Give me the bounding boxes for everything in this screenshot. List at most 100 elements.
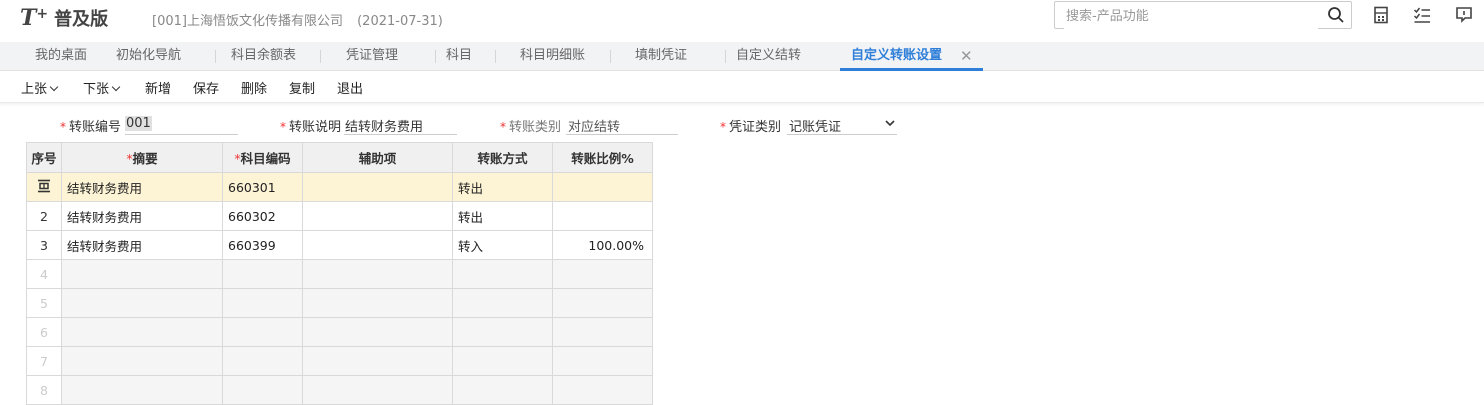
description-input[interactable]: 结转财务费用 (345, 116, 423, 135)
col-header-account-code[interactable]: *科目编码 (222, 142, 303, 173)
exit-button[interactable]: 退出 (337, 78, 363, 97)
company-name: [001]上海悟饭文化传播有限公司 (152, 14, 343, 29)
tab-account-balance[interactable]: 科目余额表 (231, 42, 296, 70)
tab-custom-carryover[interactable]: 自定义结转 (736, 42, 801, 70)
cell-transfer-ratio[interactable]: 100.00% (552, 230, 653, 260)
cell-auxiliary[interactable] (302, 172, 453, 202)
cell-auxiliary[interactable] (302, 317, 453, 347)
cell-auxiliary[interactable] (302, 288, 453, 318)
close-tab-icon[interactable]: ✕ (960, 42, 973, 70)
checklist-icon[interactable] (1413, 6, 1431, 24)
col-header-transfer-ratio[interactable]: 转账比例% (552, 142, 653, 173)
cell-summary[interactable] (61, 346, 223, 376)
col-header-summary[interactable]: *摘要 (61, 142, 223, 173)
save-button[interactable]: 保存 (193, 78, 219, 97)
cell-transfer-method[interactable]: 转出 (452, 172, 553, 202)
company-info: [001]上海悟饭文化传播有限公司 (2021-07-31) (152, 10, 443, 29)
cell-account-code[interactable] (222, 346, 303, 376)
cell-transfer-ratio[interactable] (552, 288, 653, 318)
transfer-no-input[interactable]: 001 (125, 116, 152, 131)
table-row[interactable]: 5 (26, 288, 653, 318)
chevron-down-icon[interactable] (884, 117, 896, 129)
cell-transfer-ratio[interactable] (552, 317, 653, 347)
row-insert-icon[interactable] (26, 172, 62, 202)
cell-index: 7 (26, 346, 62, 376)
table-row[interactable]: 2 结转财务费用 660302 转出 (26, 201, 653, 231)
tab-voucher-management[interactable]: 凭证管理 (346, 42, 398, 70)
app-header: T + 普及版 [001]上海悟饭文化传播有限公司 (2021-07-31) (0, 0, 1484, 36)
cell-summary[interactable] (61, 375, 223, 405)
cell-transfer-ratio[interactable] (552, 172, 653, 202)
cell-transfer-method[interactable]: 转入 (452, 230, 553, 260)
cell-transfer-method[interactable]: 转出 (452, 201, 553, 231)
label-text: 转账说明 (289, 120, 342, 135)
cell-transfer-method[interactable] (452, 346, 553, 376)
cell-auxiliary[interactable] (302, 375, 453, 405)
cell-summary[interactable]: 结转财务费用 (61, 172, 223, 202)
search-input[interactable] (1064, 3, 1318, 29)
tab-fill-voucher[interactable]: 填制凭证 (635, 42, 687, 70)
required-mark: * (60, 120, 66, 134)
table-row[interactable]: 7 (26, 346, 653, 376)
cell-summary[interactable] (61, 317, 223, 347)
table-row[interactable]: 结转财务费用 660301 转出 (26, 172, 653, 202)
cell-transfer-method[interactable] (452, 259, 553, 289)
calculator-icon[interactable] (1372, 6, 1390, 24)
cell-summary[interactable]: 结转财务费用 (61, 201, 223, 231)
cell-transfer-method[interactable] (452, 375, 553, 405)
transfer-settings-table: 序号 *摘要 *科目编码 辅助项 转账方式 转账比例% 结转财务费用 66030… (26, 142, 653, 405)
cell-account-code[interactable]: 660302 (222, 201, 303, 231)
voucher-type-select[interactable]: 记账凭证 (789, 116, 841, 135)
col-header-transfer-method[interactable]: 转账方式 (452, 142, 553, 173)
search-box[interactable] (1054, 1, 1352, 29)
table-row[interactable]: 4 (26, 259, 653, 289)
label-text: 转账编号 (69, 120, 122, 135)
table-row[interactable]: 3 结转财务费用 660399 转入 100.00% (26, 230, 653, 260)
tab-accounts[interactable]: 科目 (446, 42, 472, 70)
message-icon[interactable] (1455, 6, 1473, 24)
table-row[interactable]: 8 (26, 375, 653, 405)
search-icon[interactable] (1327, 6, 1345, 24)
tab-init-guide[interactable]: 初始化导航 (116, 42, 181, 70)
transfer-type-value: 对应结转 (568, 120, 621, 135)
voucher-type-underline (787, 134, 897, 135)
table-row[interactable]: 6 (26, 317, 653, 347)
next-button[interactable]: 下张 (83, 78, 121, 97)
insert-row-icon[interactable] (37, 179, 51, 193)
cell-summary[interactable] (61, 259, 223, 289)
copy-button[interactable]: 复制 (289, 78, 315, 97)
add-button[interactable]: 新增 (145, 78, 171, 97)
logo-letter: T (20, 5, 37, 31)
cell-transfer-method[interactable] (452, 317, 553, 347)
tab-label: 自定义转账设置 (851, 48, 943, 63)
tab-my-desktop[interactable]: 我的桌面 (35, 42, 87, 70)
cell-summary[interactable] (61, 288, 223, 318)
cell-auxiliary[interactable] (302, 201, 453, 231)
cell-transfer-ratio[interactable] (552, 346, 653, 376)
cell-account-code[interactable]: 660301 (222, 172, 303, 202)
tab-custom-transfer-settings[interactable]: 自定义转账设置 (851, 42, 942, 70)
cell-index: 5 (26, 288, 62, 318)
tab-label: 科目 (446, 48, 473, 63)
cell-auxiliary[interactable] (302, 346, 453, 376)
col-header-auxiliary[interactable]: 辅助项 (302, 142, 453, 173)
toolbar: 上张 下张 新增 保存 删除 复制 退出 (0, 71, 1484, 103)
cell-account-code[interactable] (222, 375, 303, 405)
tab-account-detail[interactable]: 科目明细账 (520, 42, 585, 70)
cell-transfer-ratio[interactable] (552, 201, 653, 231)
col-header-index: 序号 (26, 142, 62, 173)
cell-auxiliary[interactable] (302, 259, 453, 289)
cell-account-code[interactable] (222, 259, 303, 289)
cell-transfer-ratio[interactable] (552, 375, 653, 405)
cell-transfer-ratio[interactable] (552, 259, 653, 289)
cell-auxiliary[interactable] (302, 230, 453, 260)
cell-account-code[interactable]: 660399 (222, 230, 303, 260)
cell-account-code[interactable] (222, 288, 303, 318)
cell-summary[interactable]: 结转财务费用 (61, 230, 223, 260)
prev-button[interactable]: 上张 (21, 78, 59, 97)
header-text: 摘要 (132, 151, 158, 166)
cell-account-code[interactable] (222, 317, 303, 347)
delete-button[interactable]: 删除 (241, 78, 267, 97)
cell-index: 3 (26, 230, 62, 260)
cell-transfer-method[interactable] (452, 288, 553, 318)
